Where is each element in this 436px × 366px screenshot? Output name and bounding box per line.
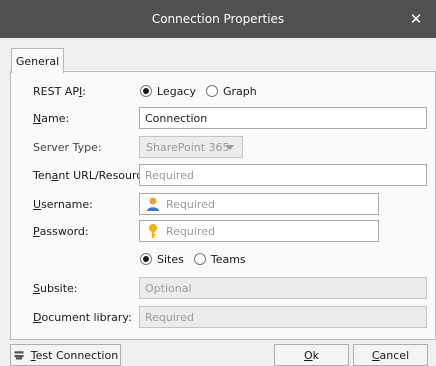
radio-sites-label[interactable]: Sites [157,253,184,266]
server-type-label: Server Type: [33,140,102,154]
user-icon [147,197,159,211]
password-field[interactable]: Required [139,220,379,242]
document-library-field[interactable]: Required [139,306,427,328]
window-title: Connection Properties [151,12,285,26]
radio-sites[interactable] [140,253,152,265]
document-library-label: Document library: [33,310,132,324]
tenant-url-field[interactable]: Required [139,164,427,186]
subsite-field[interactable]: Optional [139,277,427,299]
tab-general-label: General [15,54,60,68]
chevron-down-icon [226,145,234,150]
tenant-label: Ten a nt URL/Resource: [33,168,153,182]
ok-button[interactable]: Ok [274,344,349,366]
radio-graph-label[interactable]: Graph [223,85,257,98]
radio-legacy-label[interactable]: Legacy [157,85,196,98]
password-placeholder: Required [166,224,215,238]
radio-teams[interactable] [193,253,206,265]
rest-api-radio-group: Legacy Graph [140,81,267,101]
rest-api-label: REST AP I: [33,84,86,98]
radio-teams-label[interactable]: Teams [211,253,246,266]
server-type-select[interactable]: SharePoint 365 [139,136,243,158]
general-panel: REST AP I: Legacy Graph Name: Connection … [10,71,436,340]
key-icon [149,224,157,238]
username-placeholder: Required [166,197,215,211]
radio-legacy[interactable] [140,85,152,97]
server-type-value: SharePoint 365 [146,140,230,154]
tab-general[interactable]: General [11,48,64,73]
connection-icon [14,351,24,360]
password-label: Password: [33,224,89,238]
title-bar: Connection Properties ✕ [0,0,436,38]
username-label: Username: [33,197,93,211]
scope-radio-group: Sites Teams [140,249,256,269]
radio-graph[interactable] [205,85,218,97]
username-field[interactable]: Required [139,193,379,215]
close-icon[interactable]: ✕ [406,9,426,29]
name-label: Name: [33,111,70,125]
name-field[interactable]: Connection [139,107,427,129]
test-connection-button[interactable]: Test Connection [10,344,121,366]
cancel-button[interactable]: Cancel [353,344,428,366]
subsite-label: Subsite: [33,281,78,295]
